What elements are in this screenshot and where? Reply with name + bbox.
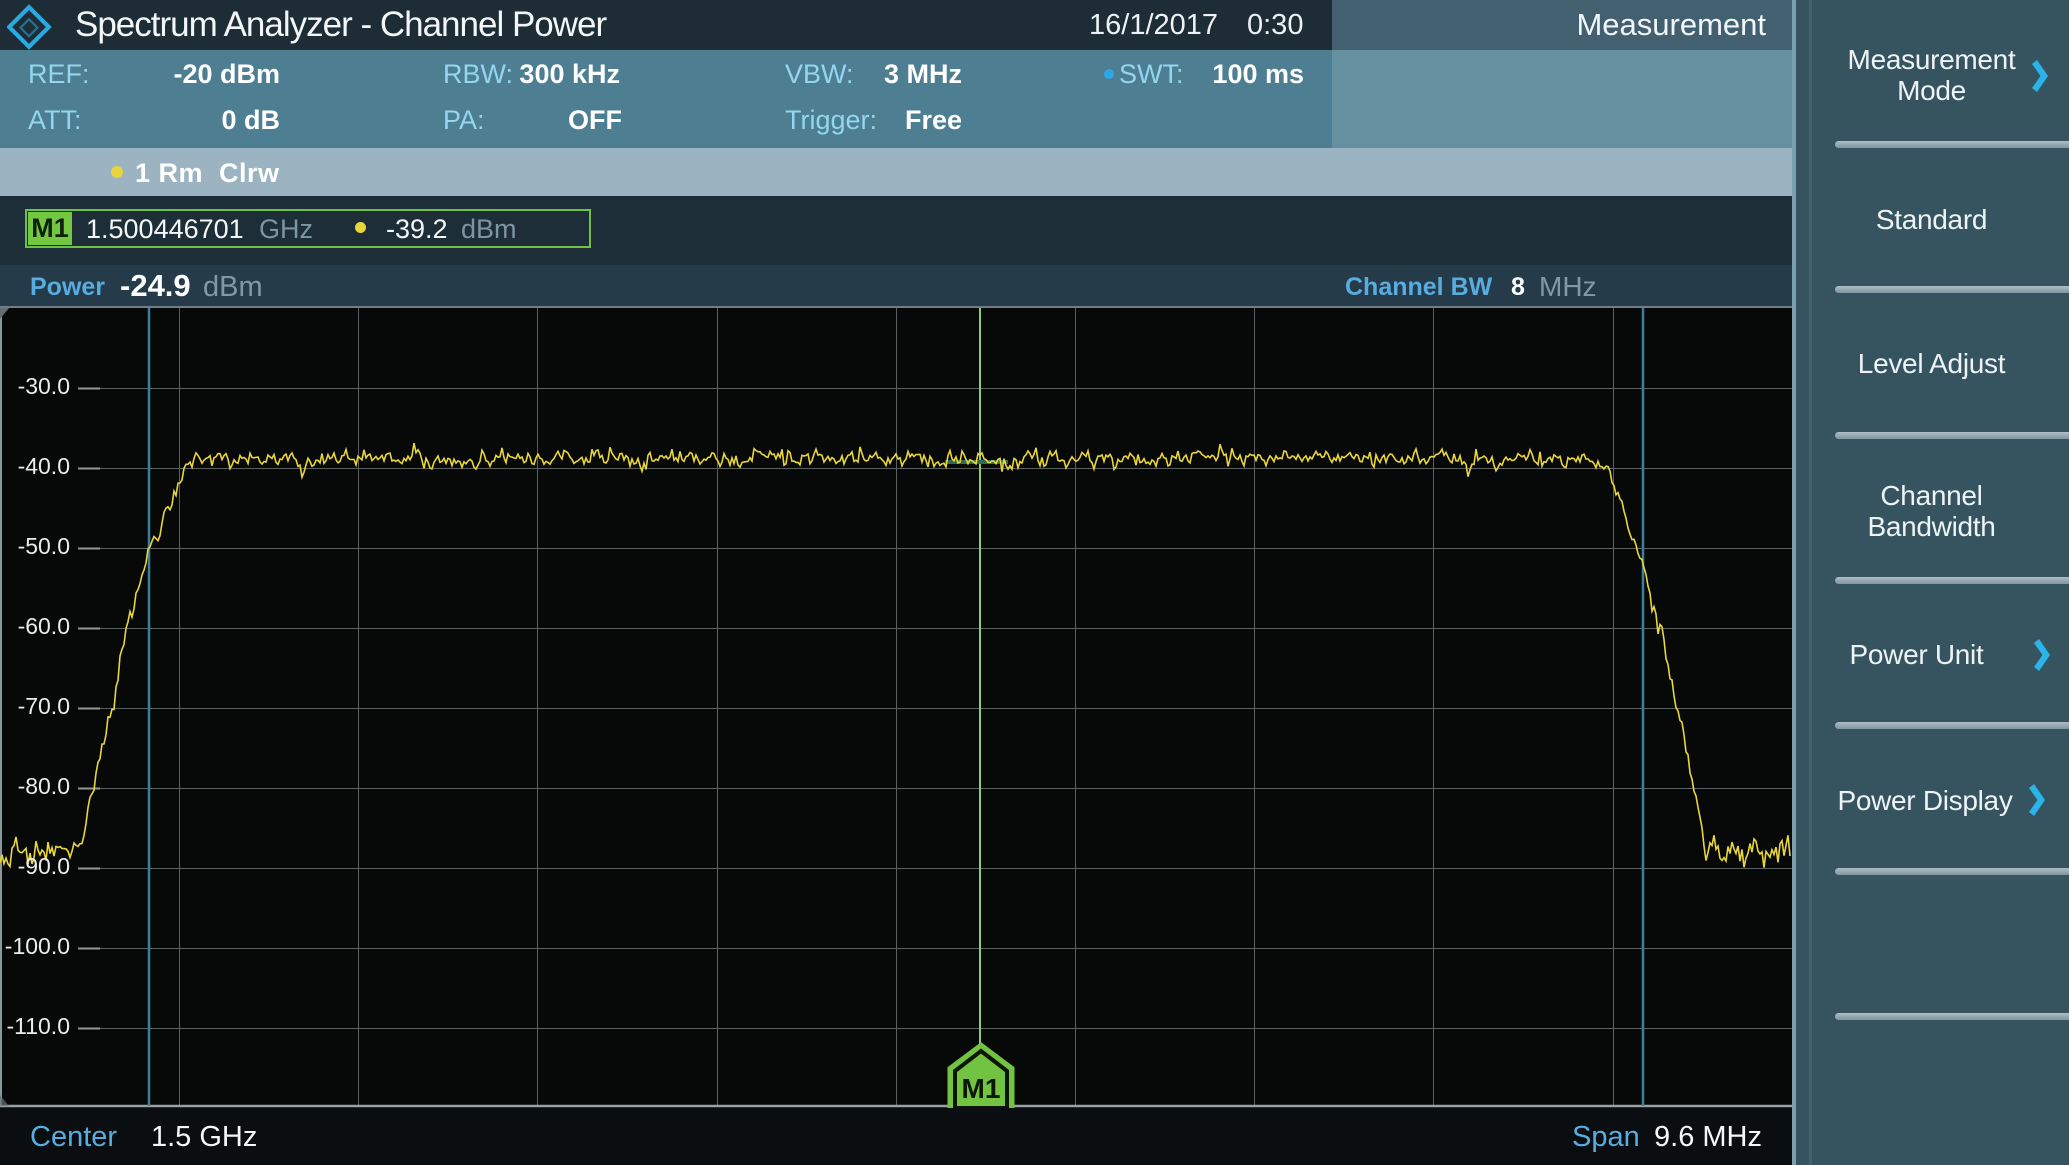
svg-text:M1: M1	[962, 1073, 1001, 1104]
